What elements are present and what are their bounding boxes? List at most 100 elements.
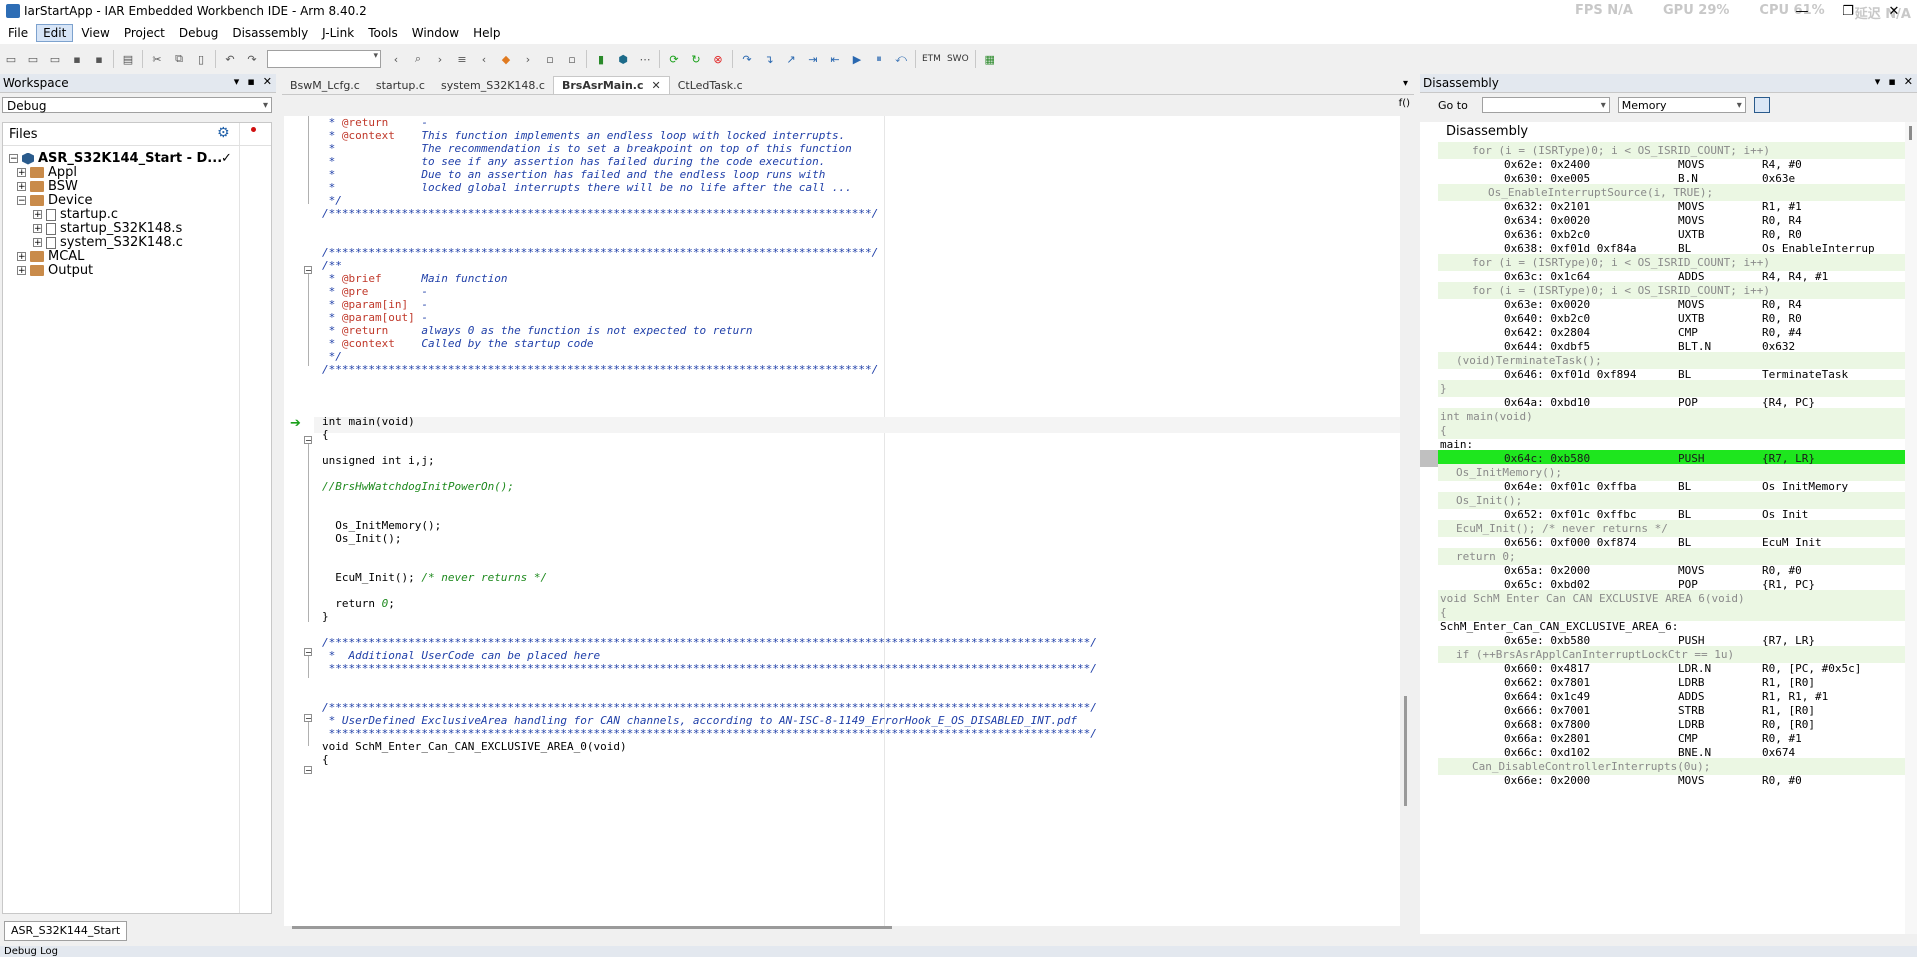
step-out-icon[interactable]: ↗	[783, 51, 799, 67]
forward-icon[interactable]: ›	[432, 51, 448, 67]
chevron-down-icon[interactable]: ▾	[234, 75, 240, 88]
configuration-select[interactable]: Debug	[2, 97, 272, 114]
file-next-icon[interactable]: ▫	[564, 51, 580, 67]
tab-system-s32k148[interactable]: system_S32K148.c	[433, 77, 553, 94]
close-tab-icon[interactable]: ✕	[652, 79, 661, 92]
file-icon	[46, 236, 56, 249]
expand-icon[interactable]: +	[33, 210, 42, 220]
open-icon[interactable]: ▭	[47, 51, 63, 67]
menu-disassembly[interactable]: Disassembly	[226, 25, 314, 41]
tab-brsasrmain[interactable]: BrsAsrMain.c ✕	[552, 76, 670, 94]
workspace-tab[interactable]: ASR_S32K144_Start	[4, 921, 128, 941]
instruction-line[interactable]: 0x66e: 0x2000 MOVS R0, #0	[1438, 772, 1905, 789]
fold-icon[interactable]: −	[304, 766, 312, 775]
reset-target-icon[interactable]: ⤺	[893, 51, 909, 67]
function-nav-icon[interactable]: f()	[1399, 98, 1410, 109]
break-icon[interactable]: ⏸	[871, 51, 887, 67]
copy-icon[interactable]: ⧉	[171, 51, 187, 67]
back-icon[interactable]: ‹	[388, 51, 404, 67]
go-icon[interactable]: ▶	[849, 51, 865, 67]
maximize-button[interactable]: ❐	[1825, 0, 1871, 22]
expand-icon[interactable]: +	[17, 252, 26, 262]
redo-icon[interactable]: ↷	[244, 51, 260, 67]
menu-jlink[interactable]: J-Link	[316, 25, 360, 41]
pin-icon[interactable]: ▪	[1888, 75, 1895, 88]
code-line: void SchM_Enter_Can_CAN_EXCLUSIVE_AREA_0…	[322, 739, 627, 755]
code-editor[interactable]: ➔ − − − − − * @return - * @context This …	[284, 116, 1400, 926]
gear-icon[interactable]: ⚙	[217, 125, 230, 141]
fold-icon[interactable]: −	[304, 714, 312, 723]
collapse-icon[interactable]: −	[17, 196, 26, 206]
editor-horizontal-scrollbar[interactable]	[292, 926, 892, 929]
step-over-icon[interactable]: ↷	[739, 51, 755, 67]
new-doc-icon[interactable]: ▭	[25, 51, 41, 67]
editor-vertical-scrollbar[interactable]	[1400, 116, 1414, 926]
menu-debug[interactable]: Debug	[173, 25, 224, 41]
tab-startup[interactable]: startup.c	[368, 77, 433, 94]
goto-label: Go to	[1438, 98, 1468, 112]
tab-bswm-lcfg[interactable]: BswM_Lcfg.c	[282, 77, 368, 94]
menu-view[interactable]: View	[75, 25, 115, 41]
restart-icon[interactable]: ↻	[688, 51, 704, 67]
toolbar: ▭ ▭ ▭ ▪ ▪ ▤ ✂ ⧉ ▯ ↶ ↷ ‹ ⌕ › ≡ ‹ ◆ › ▫ ▫ …	[0, 46, 1917, 72]
close-icon[interactable]: ✕	[1904, 75, 1913, 88]
stop-debug-icon[interactable]: ⊗	[710, 51, 726, 67]
run-to-cursor-icon[interactable]: ⇤	[827, 51, 843, 67]
bookmark-icon[interactable]: ◆	[498, 51, 514, 67]
print-icon[interactable]: ▤	[120, 51, 136, 67]
expand-icon[interactable]: +	[17, 266, 26, 276]
next-icon[interactable]: ›	[520, 51, 536, 67]
reset-icon[interactable]: ⟳	[666, 51, 682, 67]
cut-icon[interactable]: ✂	[149, 51, 165, 67]
close-icon[interactable]: ✕	[263, 75, 272, 88]
swo-button[interactable]: SWO	[947, 54, 969, 64]
disassembly-scrollbar[interactable]	[1905, 122, 1917, 934]
menu-window[interactable]: Window	[406, 25, 465, 41]
fold-icon[interactable]: −	[304, 266, 312, 275]
etm-button[interactable]: ETM	[922, 54, 941, 64]
step-into-icon[interactable]: ↴	[761, 51, 777, 67]
next-statement-icon[interactable]: ⇥	[805, 51, 821, 67]
code-token: * locked global interrupts there will be…	[322, 181, 852, 194]
indent-icon[interactable]: ≡	[454, 51, 470, 67]
editor-gutter[interactable]	[284, 116, 310, 926]
expand-icon[interactable]: +	[33, 224, 42, 234]
close-button[interactable]: ✕	[1871, 0, 1917, 22]
menu-tools[interactable]: Tools	[362, 25, 404, 41]
memory-select[interactable]: Memory	[1617, 97, 1746, 114]
save-all-icon[interactable]: ▪	[91, 51, 107, 67]
find-combo[interactable]	[267, 50, 381, 68]
chevron-down-icon[interactable]: ▾	[1875, 75, 1881, 88]
paste-icon[interactable]: ▯	[193, 51, 209, 67]
search-icon[interactable]: ⌕	[410, 51, 426, 67]
make-icon[interactable]: ⬢	[615, 51, 631, 67]
expand-icon[interactable]: +	[33, 238, 42, 248]
debug-log-tab[interactable]: Debug Log	[0, 946, 1917, 957]
compile-icon[interactable]: ▮	[593, 51, 609, 67]
collapse-icon[interactable]: −	[9, 154, 18, 164]
goto-input[interactable]	[1481, 97, 1610, 114]
prev-icon[interactable]: ‹	[476, 51, 492, 67]
pin-icon[interactable]: ▪	[247, 75, 254, 88]
debug-tree-icon[interactable]: ⋯	[637, 51, 653, 67]
menu-edit[interactable]: Edit	[36, 24, 74, 42]
fold-icon[interactable]: −	[304, 436, 312, 445]
menu-help[interactable]: Help	[467, 25, 506, 41]
fold-icon[interactable]: −	[304, 648, 312, 657]
menu-project[interactable]: Project	[118, 25, 171, 41]
new-file-icon[interactable]: ▭	[3, 51, 19, 67]
undo-icon[interactable]: ↶	[222, 51, 238, 67]
disassembly-view[interactable]: Disassembly for (i = (ISRType)0; i < OS_…	[1420, 122, 1905, 934]
mixed-mode-icon[interactable]	[1753, 97, 1770, 113]
layout-icon[interactable]: ▦	[982, 51, 998, 67]
tab-ctledtask[interactable]: CtLedTask.c	[670, 77, 751, 94]
minimize-button[interactable]: —	[1779, 0, 1825, 22]
code-token: unsigned int i,j;	[322, 454, 435, 467]
expand-icon[interactable]: +	[17, 182, 26, 192]
chevron-down-icon[interactable]: ▾	[1403, 78, 1408, 89]
save-icon[interactable]: ▪	[69, 51, 85, 67]
expand-icon[interactable]: +	[17, 168, 26, 178]
tree-item[interactable]: + Output	[9, 262, 93, 279]
menu-file[interactable]: File	[2, 25, 34, 41]
file-prev-icon[interactable]: ▫	[542, 51, 558, 67]
